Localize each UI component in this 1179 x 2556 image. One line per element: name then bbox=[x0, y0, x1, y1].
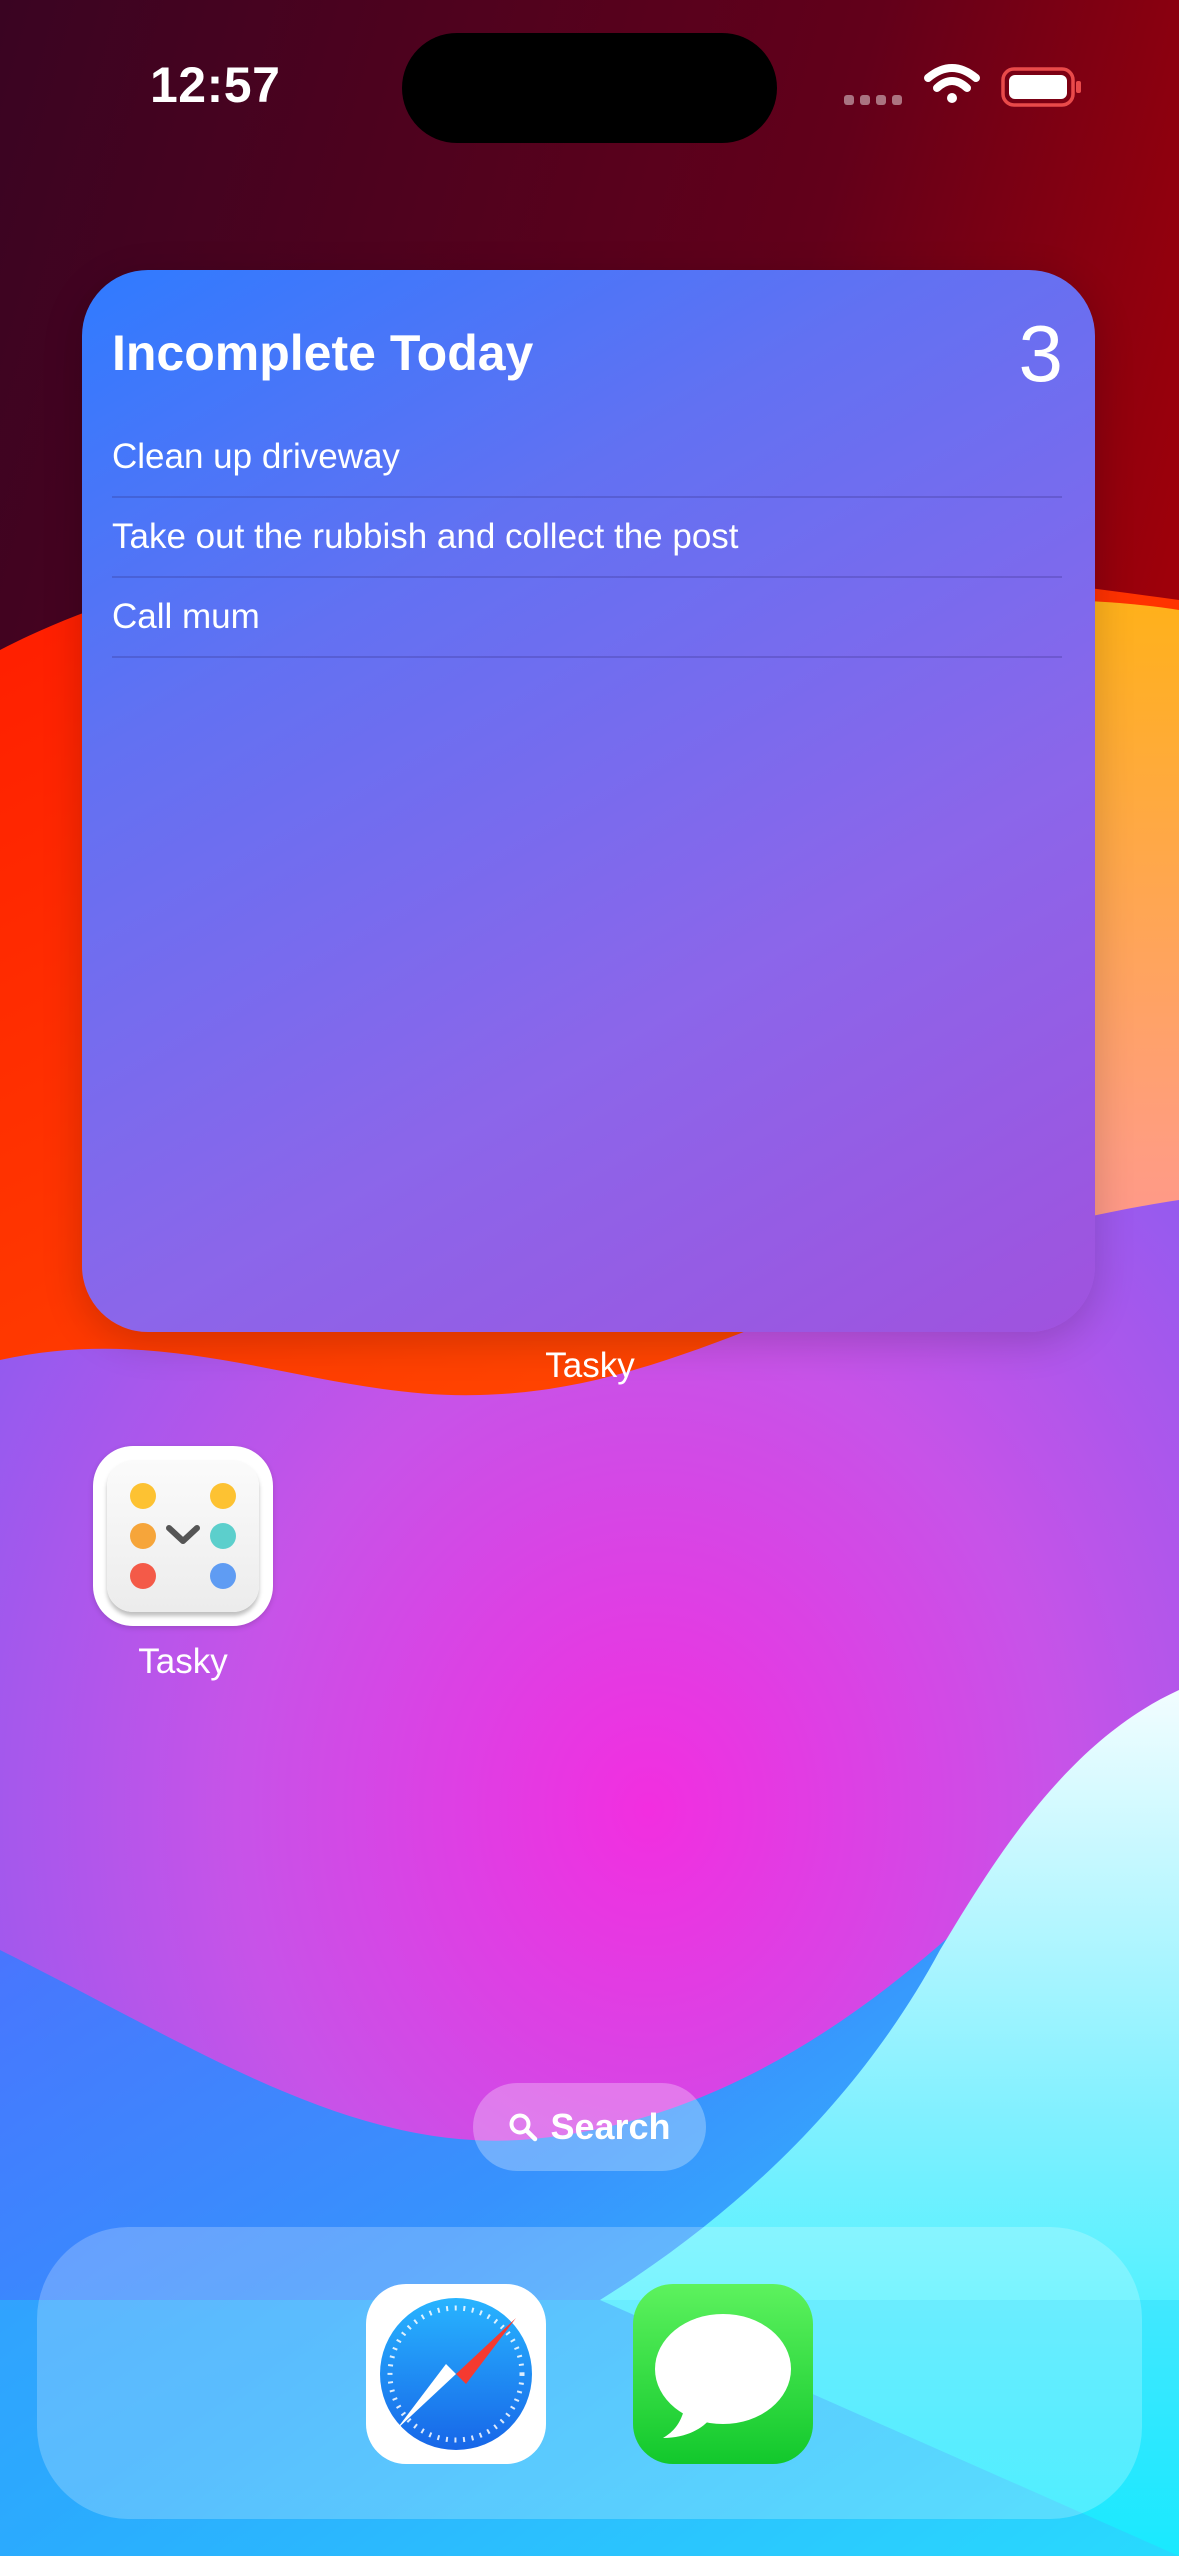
tasky-dots-icon bbox=[130, 1483, 236, 1589]
status-icons bbox=[844, 64, 1081, 107]
app-label: Tasky bbox=[138, 1642, 228, 1681]
safari-icon[interactable] bbox=[366, 2284, 546, 2464]
search-button[interactable]: Search bbox=[473, 2083, 706, 2171]
status-time: 12:57 bbox=[150, 57, 281, 113]
search-label: Search bbox=[550, 2106, 671, 2147]
wifi-icon bbox=[924, 64, 980, 103]
dynamic-island bbox=[402, 33, 777, 143]
tasky-widget[interactable]: Incomplete Today 3 Clean up driveway Tak… bbox=[82, 270, 1095, 1332]
incomplete-count: 3 bbox=[1018, 309, 1064, 398]
task-item[interactable]: Clean up driveway bbox=[112, 418, 1062, 498]
speech-bubble-icon bbox=[655, 2314, 791, 2438]
task-item[interactable]: Take out the rubbish and collect the pos… bbox=[112, 498, 1062, 578]
task-list: Clean up driveway Take out the rubbish a… bbox=[112, 418, 1062, 658]
task-item[interactable]: Call mum bbox=[112, 578, 1062, 658]
messages-icon[interactable] bbox=[633, 2284, 813, 2464]
compass-icon bbox=[380, 2298, 532, 2450]
tasky-app-icon[interactable] bbox=[93, 1446, 273, 1626]
widget-title: Incomplete Today bbox=[112, 325, 534, 381]
search-icon bbox=[509, 2113, 538, 2142]
battery-icon bbox=[1001, 67, 1081, 107]
tasky-icon-face bbox=[107, 1460, 259, 1612]
cellular-icon bbox=[844, 95, 902, 105]
dock bbox=[37, 2227, 1142, 2519]
widget-label: Tasky bbox=[545, 1346, 635, 1385]
